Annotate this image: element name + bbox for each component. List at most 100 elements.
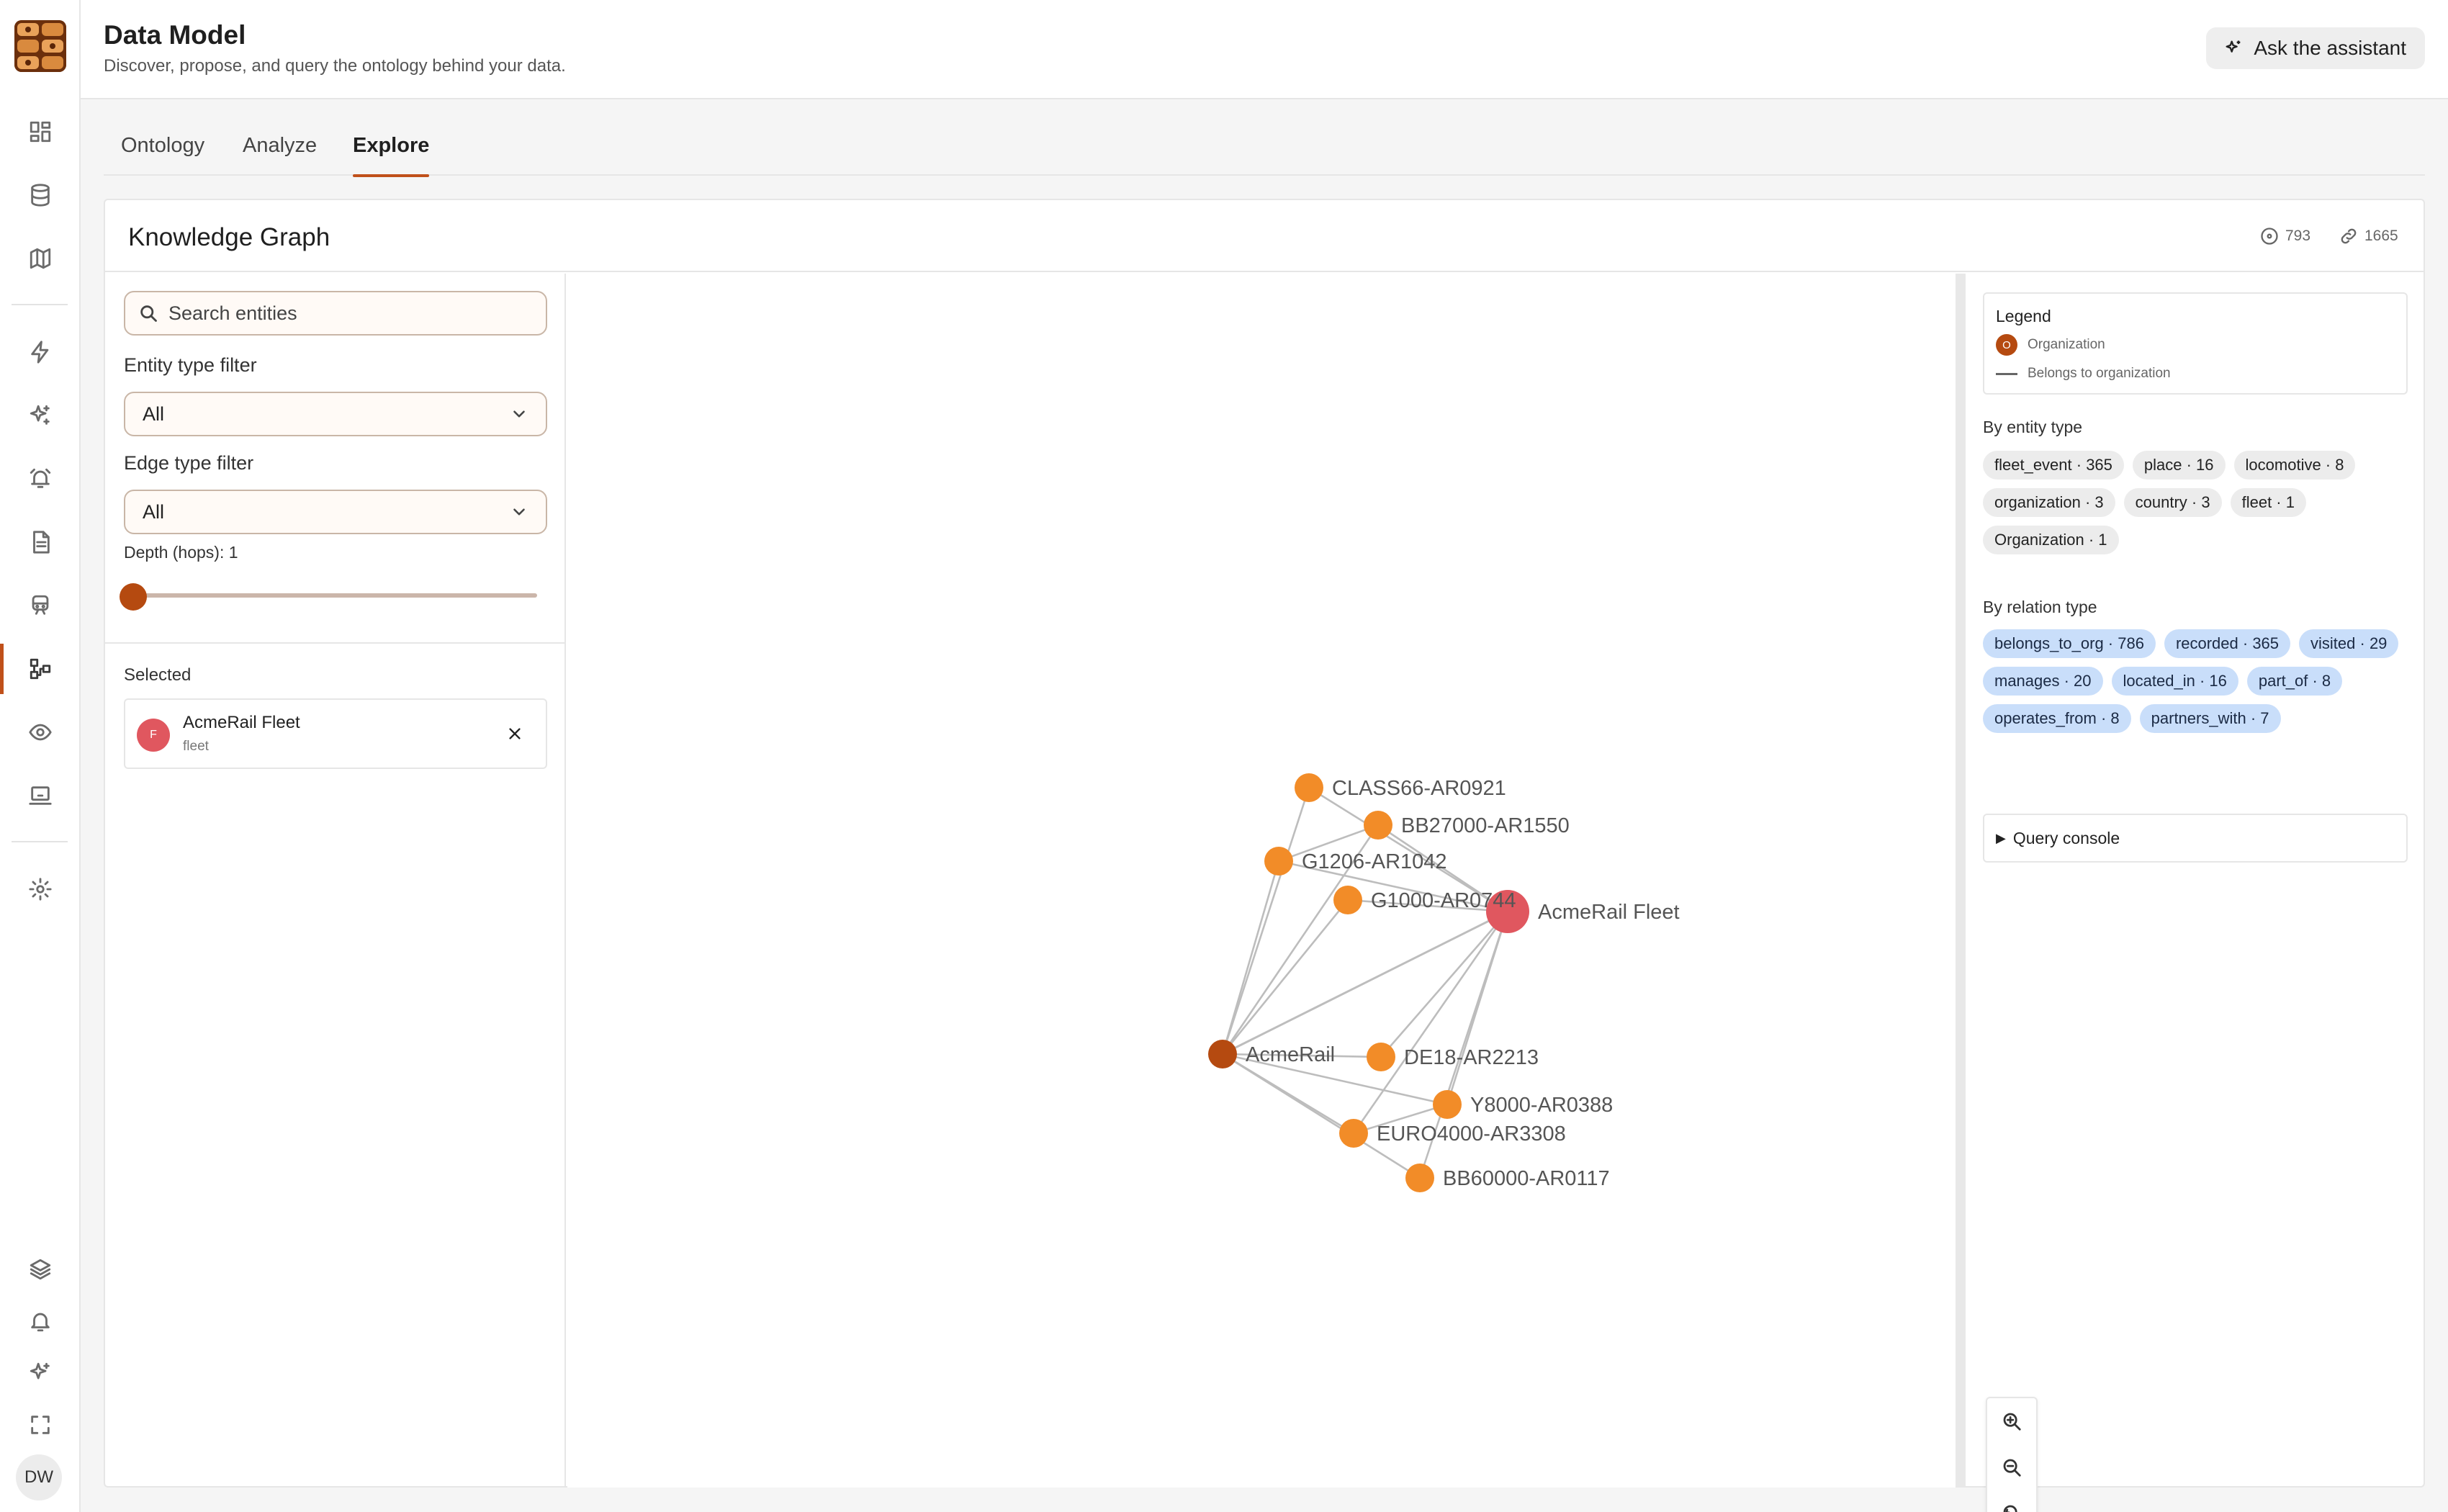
entity-type-chip[interactable]: fleet_event · 365: [1983, 451, 2124, 480]
tab-explore[interactable]: Explore: [353, 134, 430, 177]
depth-slider-thumb[interactable]: [120, 583, 147, 611]
settings-icon: [29, 878, 52, 901]
card-title: Knowledge Graph: [128, 223, 330, 251]
alarm-icon: [30, 468, 51, 488]
graph-edge: [1221, 899, 1349, 1055]
reset-zoom-icon: [2003, 1505, 2017, 1512]
relation-type-chip[interactable]: operates_from · 8: [1983, 704, 2131, 733]
graph-node-circle[interactable]: [1208, 1040, 1237, 1068]
relation-type-chip[interactable]: belongs_to_org · 786: [1983, 629, 2156, 658]
legend-node-dot: O: [1996, 334, 2017, 356]
depth-label: Depth (hops): 1: [124, 543, 238, 562]
depth-slider-track[interactable]: [134, 593, 537, 598]
entity-type-chip[interactable]: place · 16: [2132, 451, 2226, 480]
graph-node-circle[interactable]: [1367, 1043, 1395, 1071]
relation-type-chip[interactable]: part_of · 8: [2246, 667, 2343, 696]
relation-type-chip[interactable]: located_in · 16: [2111, 667, 2238, 696]
graph-node-circle[interactable]: [1264, 847, 1293, 876]
page-subtitle: Discover, propose, and query the ontolog…: [104, 56, 566, 76]
query-console-toggle[interactable]: ▶ Query console: [1983, 814, 2408, 863]
graph-node-label: BB60000-AR0117: [1443, 1167, 1610, 1190]
relation-type-chip[interactable]: partners_with · 7: [2139, 704, 2281, 733]
graph-node-circle[interactable]: [1333, 886, 1362, 914]
nav-assistant[interactable]: [0, 1348, 81, 1398]
edge-type-select[interactable]: All: [124, 490, 547, 534]
graph-node-y8000[interactable]: Y8000-AR0388: [1433, 1090, 1613, 1119]
graph-node-circle[interactable]: [1339, 1119, 1368, 1148]
page-title: Data Model: [104, 20, 246, 50]
user-avatar[interactable]: DW: [16, 1454, 62, 1500]
entity-type-select[interactable]: All: [124, 392, 547, 436]
graph-edge: [1380, 911, 1508, 1058]
nav-map[interactable]: [0, 233, 81, 284]
entity-type-chip[interactable]: locomotive · 8: [2233, 451, 2356, 480]
graph-node-g1000[interactable]: G1000-AR0744: [1333, 886, 1516, 914]
nav-dashboard[interactable]: [0, 107, 81, 157]
link-count-stat: 1665: [2339, 226, 2398, 246]
database-icon: [31, 184, 50, 207]
nav-observability[interactable]: [0, 707, 81, 757]
graph-node-de18[interactable]: DE18-AR2213: [1367, 1043, 1539, 1071]
nav-separator: [12, 304, 68, 305]
nav-automations[interactable]: [0, 327, 81, 377]
tab-ontology[interactable]: Ontology: [121, 134, 204, 176]
search-input[interactable]: [168, 302, 514, 325]
nav-layers[interactable]: [0, 1244, 81, 1295]
edge-type-value: All: [143, 500, 165, 523]
graph-node-label: G1000-AR0744: [1371, 889, 1516, 912]
nav-documents[interactable]: [0, 517, 81, 567]
graph-node-circle[interactable]: [1295, 773, 1323, 802]
graph-node-bb60000[interactable]: BB60000-AR0117: [1405, 1164, 1610, 1192]
graph-node-circle[interactable]: [1364, 811, 1392, 840]
sparkles-icon: [30, 405, 50, 425]
graph-node-label: CLASS66-AR0921: [1332, 777, 1506, 800]
graph-node-circle[interactable]: [1405, 1164, 1434, 1192]
tab-analyze[interactable]: Analyze: [243, 134, 317, 176]
sparkles-icon: [2226, 40, 2241, 53]
fullscreen-icon: [31, 1416, 50, 1434]
graph-node-label: AcmeRail: [1246, 1043, 1335, 1066]
relation-type-chip[interactable]: visited · 29: [2299, 629, 2399, 658]
graph-node-euro4000[interactable]: EURO4000-AR3308: [1339, 1119, 1566, 1148]
selected-entity-card[interactable]: F AcmeRail Fleet fleet: [124, 698, 547, 769]
nav-database[interactable]: [0, 170, 81, 220]
graph-node-label: AcmeRail Fleet: [1538, 901, 1680, 924]
close-icon: [509, 728, 521, 739]
graph-canvas[interactable]: AcmeRail AcmeRail Fleet CLASS66-AR0921 BB27…: [567, 274, 2038, 1512]
graph-node-circle[interactable]: [1433, 1090, 1462, 1119]
nav-settings[interactable]: [0, 864, 81, 914]
card-header: Knowledge Graph 793 1665: [105, 200, 2424, 272]
relation-type-chip[interactable]: manages · 20: [1983, 667, 2103, 696]
knowledge-graph[interactable]: AcmeRail AcmeRail Fleet CLASS66-AR0921 BB27…: [567, 274, 1956, 1488]
search-box[interactable]: [124, 291, 547, 336]
nav-ai[interactable]: [0, 390, 81, 441]
bell-icon: [31, 1313, 50, 1332]
sparkles-icon: [30, 1362, 50, 1380]
clear-selection-button[interactable]: [501, 720, 528, 747]
nav-data-model[interactable]: [0, 644, 81, 694]
entity-type-chip[interactable]: Organization · 1: [1983, 526, 2119, 554]
nav-devices[interactable]: [0, 770, 81, 821]
info-panel: Legend O Organization Belongs to organiz…: [1966, 274, 2424, 1488]
ask-assistant-button[interactable]: Ask the assistant: [2206, 27, 2425, 69]
relation-type-chip[interactable]: recorded · 365: [2164, 629, 2291, 658]
graph-node-g1206[interactable]: G1206-AR1042: [1264, 847, 1447, 876]
graph-node-acmerail[interactable]: AcmeRail: [1208, 1040, 1335, 1068]
entity-type-chip[interactable]: organization · 3: [1983, 488, 2115, 517]
app-logo[interactable]: [14, 20, 66, 72]
panel-divider: [105, 642, 564, 644]
nav-notifications[interactable]: [0, 1296, 81, 1346]
search-icon: [140, 305, 157, 322]
data-model-icon: [30, 658, 51, 680]
relation-type-chips: belongs_to_org · 786 recorded · 365 visite…: [1983, 629, 2415, 733]
nav-fullscreen[interactable]: [0, 1400, 81, 1450]
entity-type-value: All: [143, 402, 165, 425]
link-icon: [2341, 228, 2357, 244]
entity-type-chip[interactable]: country · 3: [2123, 488, 2222, 517]
entity-type-chip[interactable]: fleet · 1: [2230, 488, 2306, 517]
nav-alerts[interactable]: [0, 454, 81, 504]
reset-zoom-button[interactable]: [1987, 1490, 2036, 1512]
graph-node-label: G1206-AR1042: [1302, 850, 1447, 873]
nav-trains[interactable]: [0, 580, 81, 631]
panel-resize-handle[interactable]: [1956, 274, 1966, 1488]
